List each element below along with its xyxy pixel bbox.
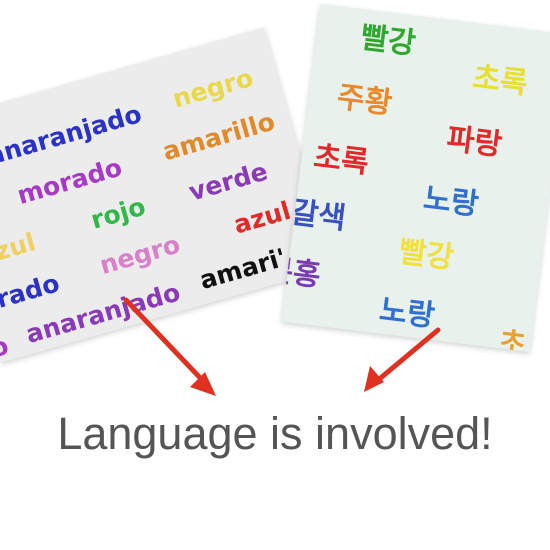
arrows-overlay xyxy=(123,297,441,396)
right-arrow-icon xyxy=(374,327,441,384)
left-arrow-icon xyxy=(123,297,209,387)
left-arrowhead-icon xyxy=(190,372,216,396)
right-arrowhead-icon xyxy=(364,366,384,392)
caption-text: Language is involved! xyxy=(57,408,493,459)
